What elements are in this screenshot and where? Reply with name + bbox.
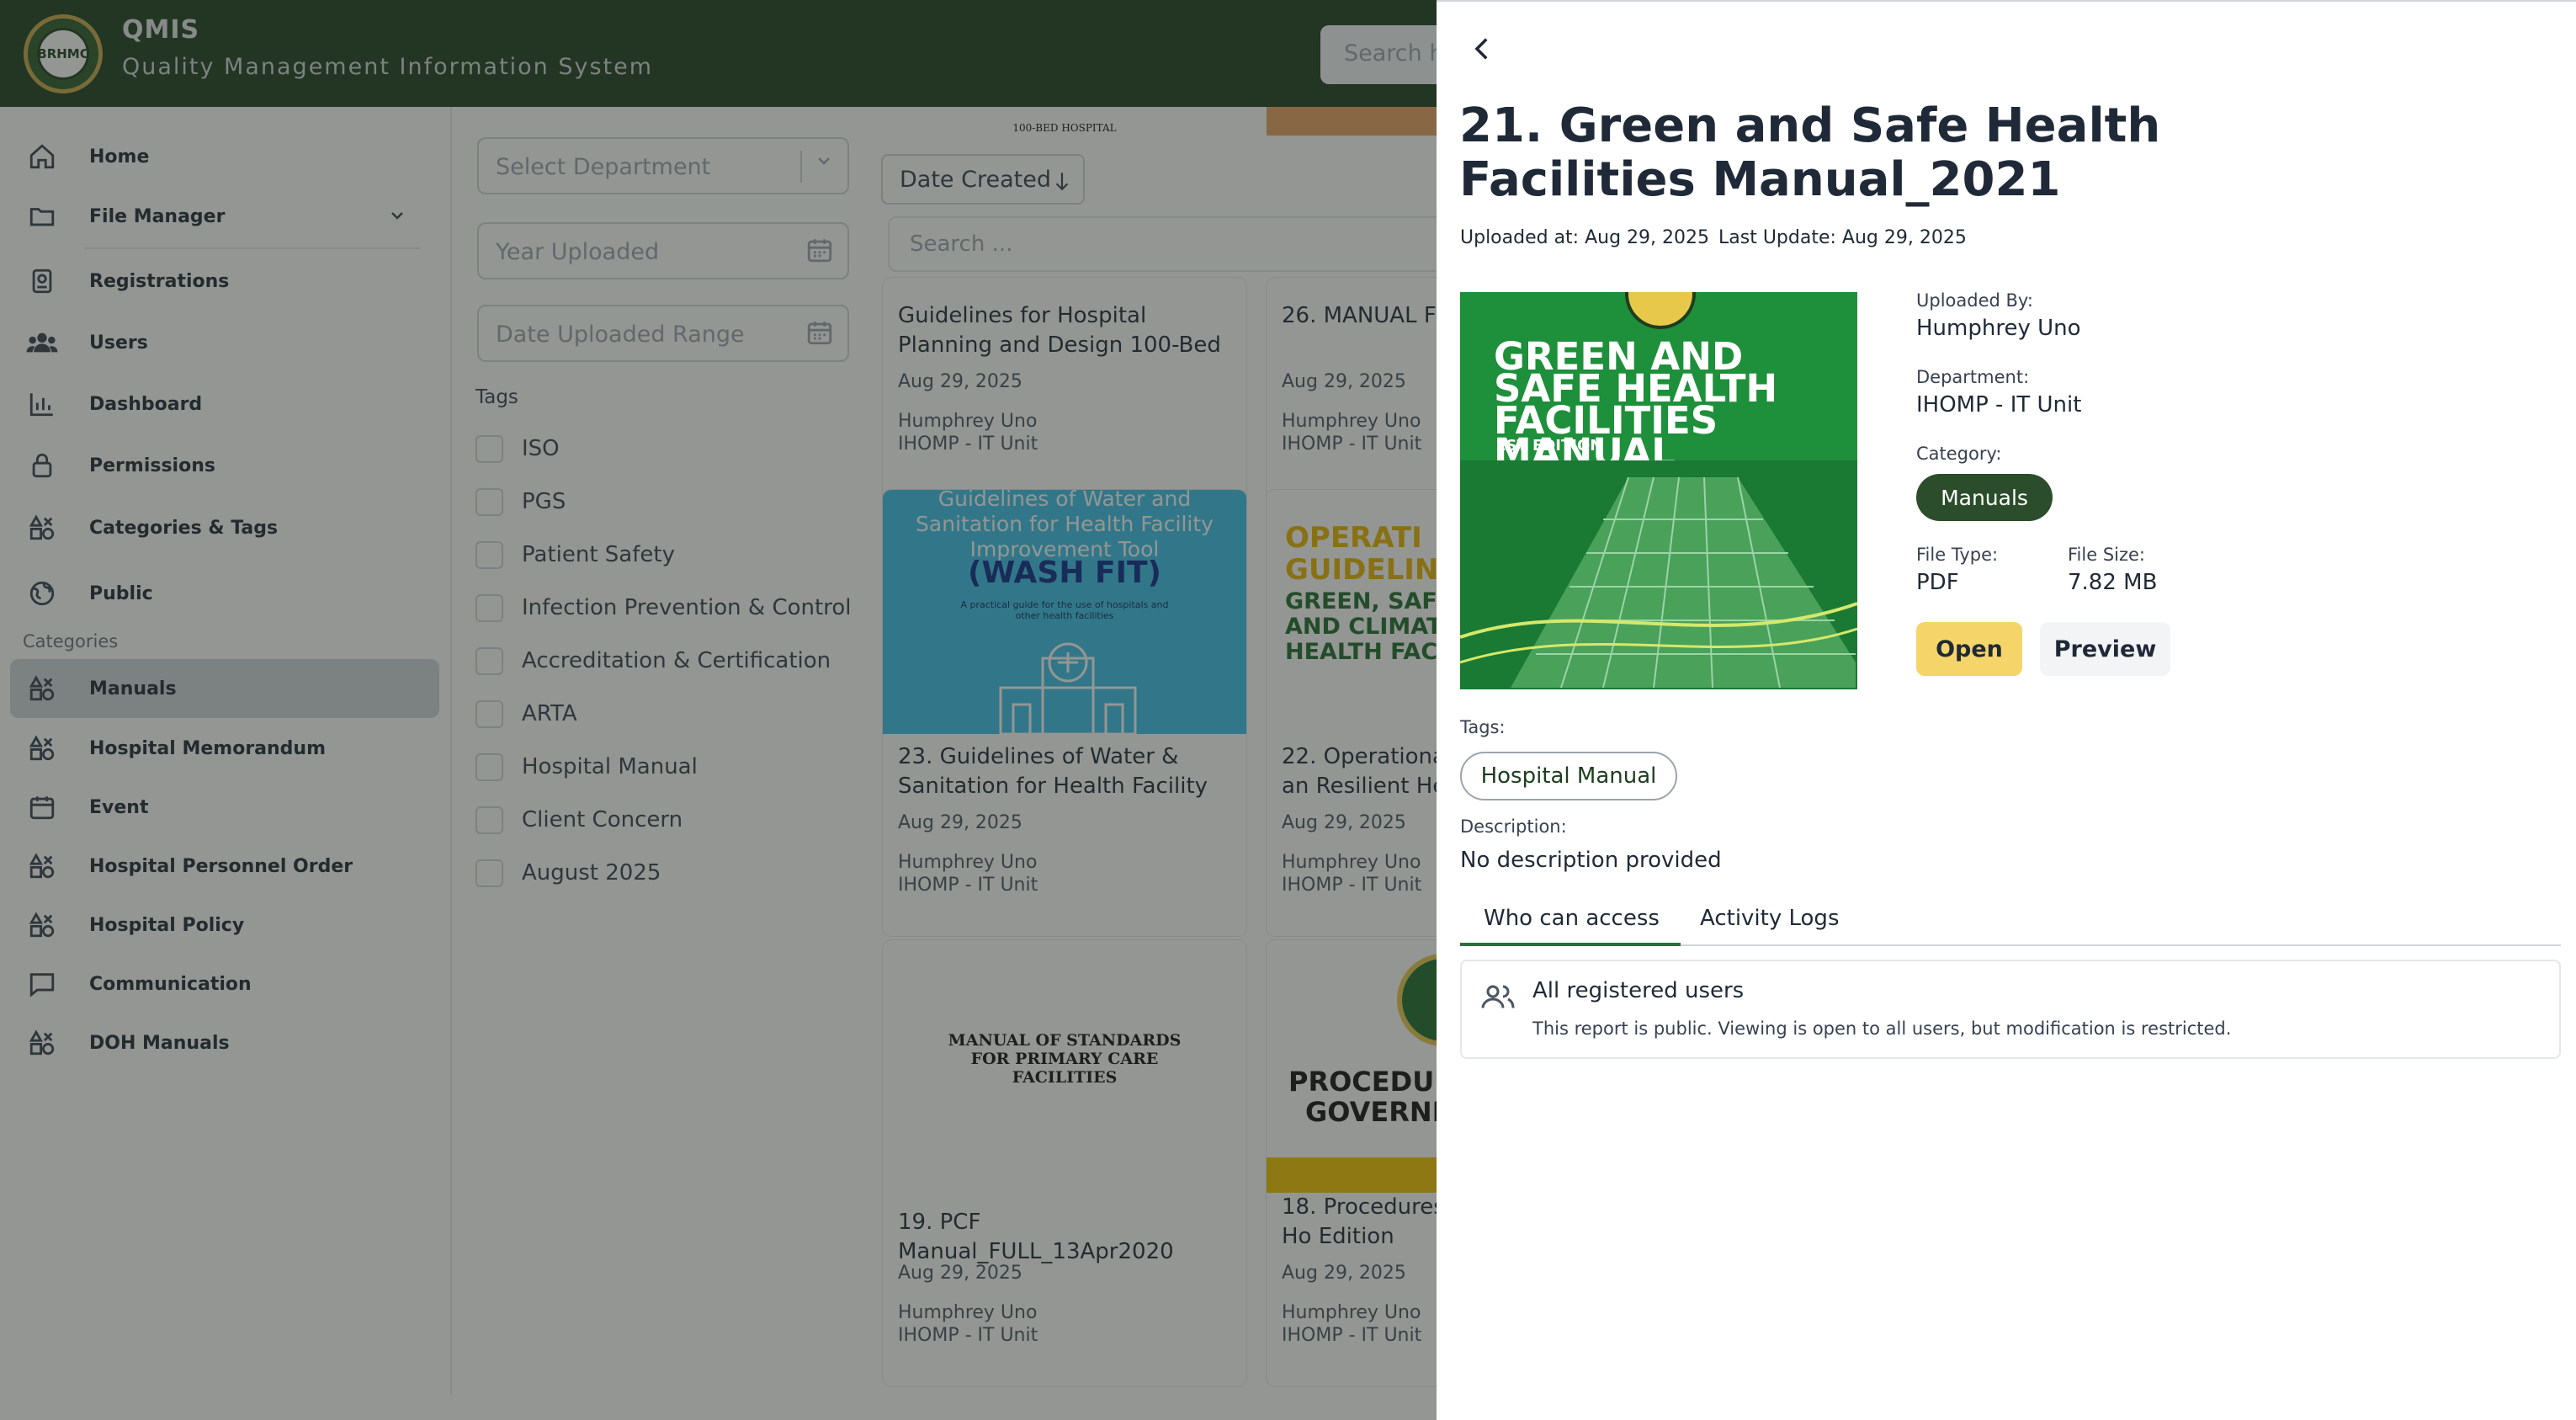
access-panel: All registered users This report is publ… bbox=[1460, 960, 2561, 1059]
uploaded-by-label: Uploaded By: bbox=[1916, 290, 2033, 311]
document-cover: GREEN AND SAFE HEALTH FACILITIES MANUAL … bbox=[1460, 292, 1857, 689]
tag-chip[interactable]: Hospital Manual bbox=[1460, 752, 1677, 800]
app-root: BRHMC QMIS Quality Management Informatio… bbox=[0, 0, 2576, 1420]
file-size-value: 7.82 MB bbox=[2068, 570, 2158, 595]
department-label: Department: bbox=[1916, 367, 2030, 387]
doh-seal bbox=[1625, 292, 1696, 329]
open-button[interactable]: Open bbox=[1916, 622, 2022, 676]
chevron-left-icon bbox=[1474, 38, 1488, 60]
cover-edition: 1ST EDITION bbox=[1495, 437, 1603, 455]
file-type-value: PDF bbox=[1916, 570, 1959, 595]
file-type-label: File Type: bbox=[1916, 545, 1999, 565]
category-label: Category: bbox=[1916, 444, 2002, 464]
document-detail-drawer: 21. Green and Safe Health Facilities Man… bbox=[1437, 0, 2576, 1420]
detail-tabs: Who can access Activity Logs bbox=[1460, 894, 2561, 946]
document-title: 21. Green and Safe Health Facilities Man… bbox=[1459, 98, 2161, 207]
department-value: IHOMP - IT Unit bbox=[1916, 392, 2082, 417]
last-update: Last Update: Aug 29, 2025 bbox=[1718, 227, 1967, 248]
preview-button[interactable]: Preview bbox=[2040, 622, 2170, 676]
building-illustration bbox=[1460, 460, 1857, 689]
users-icon bbox=[1481, 985, 1515, 1008]
back-button[interactable] bbox=[1469, 32, 1497, 69]
modal-backdrop[interactable] bbox=[0, 0, 1437, 1420]
tags-label: Tags: bbox=[1460, 717, 1506, 737]
category-badge: Manuals bbox=[1916, 474, 2053, 521]
uploaded-at: Uploaded at: Aug 29, 2025 bbox=[1460, 227, 1710, 248]
tab-activity-logs[interactable]: Activity Logs bbox=[1700, 906, 1839, 931]
access-title: All registered users bbox=[1532, 978, 1745, 1003]
description-value: No description provided bbox=[1460, 848, 1722, 873]
description-label: Description: bbox=[1460, 816, 1567, 837]
uploaded-by-value: Humphrey Uno bbox=[1916, 316, 2081, 341]
access-description: This report is public. Viewing is open t… bbox=[1532, 1018, 2232, 1039]
file-size-label: File Size: bbox=[2068, 545, 2145, 565]
tab-who-can-access[interactable]: Who can access bbox=[1460, 906, 1681, 946]
